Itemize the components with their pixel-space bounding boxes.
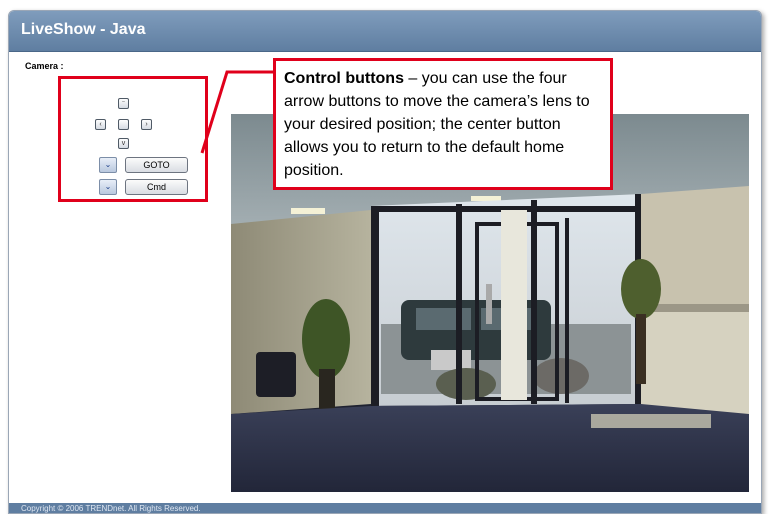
window-title: LiveShow - Java: [21, 21, 146, 38]
camera-label: Camera :: [25, 61, 64, 71]
copyright-text: Copyright © 2006 TRENDnet. All Rights Re…: [21, 504, 201, 513]
control-buttons-callout: Control buttons – you can use the four a…: [273, 58, 613, 190]
footer-bar: Copyright © 2006 TRENDnet. All Rights Re…: [9, 503, 761, 513]
controls-highlight-box: [58, 76, 208, 202]
callout-heading: Control buttons: [284, 70, 404, 87]
title-bar: LiveShow - Java: [9, 11, 761, 52]
liveshow-window: LiveShow - Java Camera : ⁻ ‹ › v ⌄ GOTO …: [8, 10, 762, 514]
